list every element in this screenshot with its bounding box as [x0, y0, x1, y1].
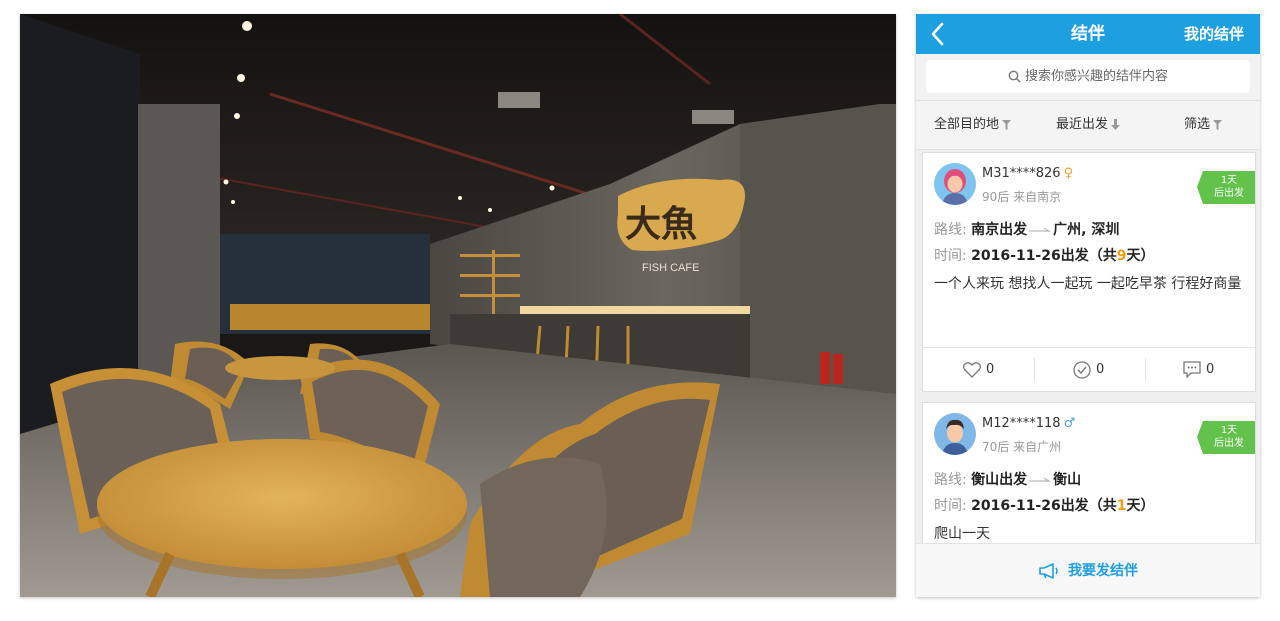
female-gender-icon: ♀ — [1063, 166, 1074, 181]
search-bar: 搜索你感兴趣的结伴内容 — [916, 54, 1260, 101]
join-button[interactable]: 0 — [1073, 348, 1104, 392]
time-label: 时间: — [934, 498, 967, 514]
arrow-down-icon — [1111, 119, 1121, 130]
divider — [1145, 358, 1146, 382]
time-label: 时间: — [934, 248, 967, 264]
username: M31****826 ♀ — [982, 166, 1073, 181]
username-text: M31****826 — [982, 166, 1061, 181]
duration-suffix: 天） — [1126, 248, 1155, 264]
badge-days: 1天 — [1220, 175, 1238, 186]
filter-screen-label: 筛选 — [1184, 117, 1211, 132]
departure-date: 2016-11-26出发 — [971, 498, 1089, 514]
post-card[interactable]: M31****826 ♀ 90后 来自南京 1天后出发 路线: 南京出发 广州, 深… — [922, 152, 1256, 392]
publish-companion-button[interactable]: 我要发结伴 — [916, 543, 1260, 597]
duration-suffix: 天） — [1126, 498, 1155, 514]
departure-badge: 1天后出发 — [1197, 171, 1255, 204]
route-row: 路线: 衡山出发 衡山 — [934, 469, 1081, 489]
check-circle-icon — [1073, 360, 1091, 379]
user-age: 90后 — [982, 190, 1010, 204]
heart-icon — [962, 361, 982, 378]
like-button[interactable]: 0 — [962, 348, 995, 392]
avatar[interactable] — [934, 163, 976, 205]
badge-caption: 后出发 — [1214, 188, 1244, 199]
search-field[interactable]: 搜索你感兴趣的结伴内容 — [926, 60, 1250, 93]
filter-destination-label: 全部目的地 — [934, 117, 1000, 132]
badge-caption: 后出发 — [1214, 438, 1244, 449]
time-row: 时间: 2016-11-26出发（共1天） — [934, 495, 1154, 515]
app-screen: 结伴 我的结伴 搜索你感兴趣的结伴内容 全部目的地 最近出发 筛选 M31***… — [916, 14, 1260, 597]
user-origin: 来自广州 — [1013, 440, 1062, 454]
publish-label: 我要发结伴 — [1068, 563, 1138, 579]
comment-icon — [1183, 361, 1201, 379]
funnel-icon — [1002, 119, 1012, 130]
sign-sub-text: FISH CAFE — [642, 262, 699, 274]
filter-recent-label: 最近出发 — [1056, 117, 1109, 132]
filter-bar: 全部目的地 最近出发 筛选 — [916, 101, 1260, 150]
departure-badge: 1天后出发 — [1197, 421, 1255, 454]
time-row: 时间: 2016-11-26出发（共9天） — [934, 245, 1154, 265]
route-arrow-icon — [1029, 227, 1052, 232]
route-destination: 广州, 深圳 — [1053, 222, 1120, 238]
user-meta: 70后 来自广州 — [982, 438, 1061, 455]
female-avatar-icon — [934, 163, 976, 205]
filter-screen[interactable]: 筛选 — [1184, 101, 1223, 149]
male-gender-icon: ♂ — [1063, 416, 1076, 431]
route-arrow-icon — [1029, 477, 1052, 482]
duration-prefix: （共 — [1088, 498, 1117, 514]
route-destination: 衡山 — [1053, 472, 1082, 488]
divider — [1034, 358, 1035, 382]
post-list: M31****826 ♀ 90后 来自南京 1天 后出发 路线: 南京出发 广州, 深… — [916, 150, 1260, 543]
sign-main-text: 大魚 — [625, 203, 697, 245]
male-avatar-icon — [934, 413, 976, 455]
funnel-icon — [1213, 119, 1223, 130]
username: M12****118 ♂ — [982, 416, 1075, 431]
route-label: 路线: — [934, 222, 967, 238]
cafe-interior-image: 大魚 FISH CAFE — [20, 14, 896, 597]
route-label: 路线: — [934, 472, 967, 488]
post-actions: 0 0 0 — [923, 347, 1255, 392]
badge-days: 1天 — [1220, 425, 1238, 436]
post-card[interactable]: M12****118 ♂ 70后 来自广州 1天后出发 路线: 衡山出发 衡山 时间… — [922, 402, 1256, 543]
comment-button[interactable]: 0 — [1183, 348, 1214, 392]
post-description: 一个人来玩 想找人一起玩 一起吃早茶 行程好商量 — [934, 276, 1242, 292]
user-origin: 来自南京 — [1013, 190, 1062, 204]
like-count: 0 — [986, 362, 995, 377]
route-start: 南京出发 — [971, 222, 1028, 238]
duration-prefix: （共 — [1088, 248, 1117, 264]
join-count: 0 — [1096, 362, 1105, 377]
search-icon — [1008, 70, 1021, 83]
departure-date: 2016-11-26出发 — [971, 248, 1089, 264]
user-meta: 90后 来自南京 — [982, 188, 1061, 205]
comment-count: 0 — [1206, 362, 1215, 377]
filter-destination[interactable]: 全部目的地 — [934, 101, 1012, 149]
filter-recent-departure[interactable]: 最近出发 — [1056, 101, 1121, 149]
route-row: 路线: 南京出发 广州, 深圳 — [934, 219, 1119, 239]
megaphone-icon — [1039, 563, 1058, 579]
route-start: 衡山出发 — [971, 472, 1028, 488]
avatar[interactable] — [934, 413, 976, 455]
username-text: M12****118 — [982, 416, 1061, 431]
my-companions-link[interactable]: 我的结伴 — [1184, 14, 1244, 54]
search-placeholder: 搜索你感兴趣的结伴内容 — [1024, 69, 1168, 84]
post-description: 爬山一天 — [934, 526, 990, 542]
cafe-photo: 大魚 FISH CAFE — [20, 14, 896, 597]
user-age: 70后 — [982, 440, 1010, 454]
top-nav-bar: 结伴 我的结伴 — [916, 14, 1260, 54]
